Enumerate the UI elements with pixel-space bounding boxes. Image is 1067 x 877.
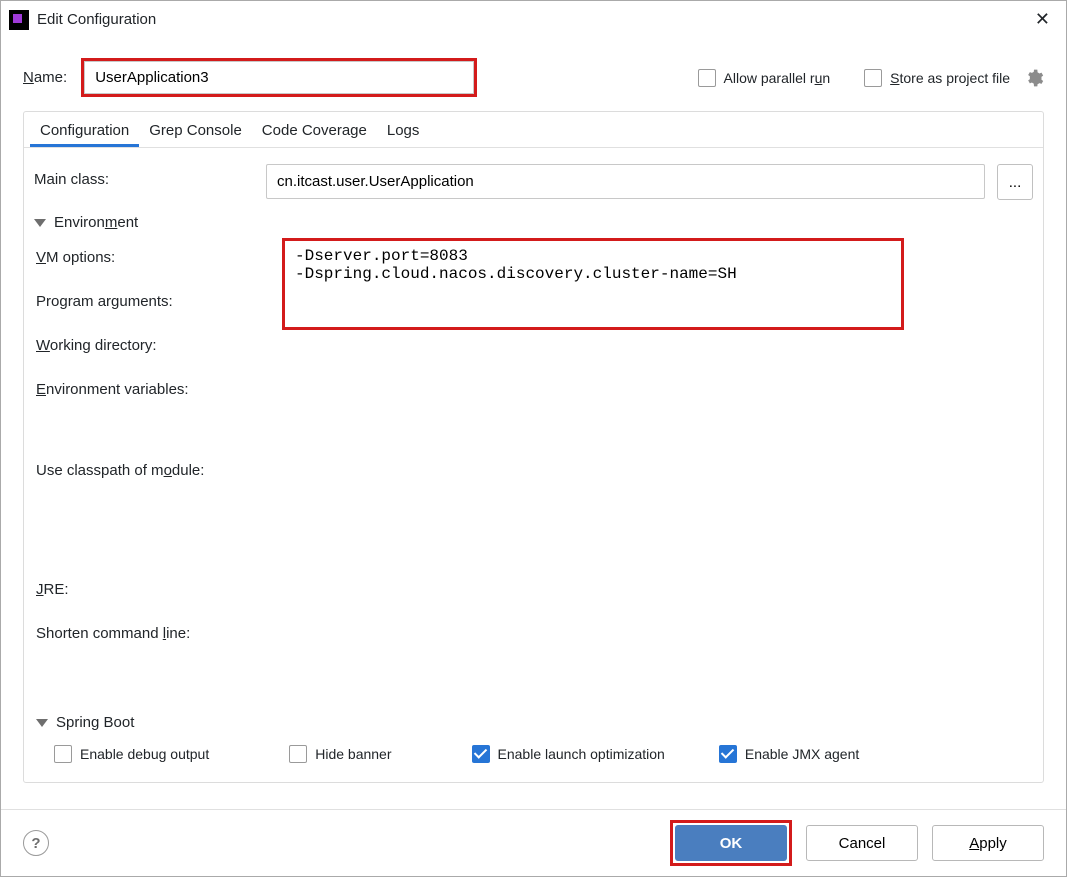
enable-jmx-agent-checkbox[interactable]: Enable JMX agent [719,745,859,763]
store-as-project-file-checkbox[interactable]: Store as project file [864,69,1010,87]
spring-boot-label: Spring Boot [56,714,134,731]
window-title: Edit Configuration [37,11,156,28]
main-class-label: Main class: [34,164,254,188]
ok-button-highlight: OK [670,820,792,866]
close-icon[interactable]: ✕ [1027,5,1058,34]
name-input-highlight [81,58,477,97]
environment-section-header[interactable]: Environment [34,214,1033,231]
environment-variables-label: Environment variables: [36,381,204,398]
store-as-project-label: Store as project file [890,70,1010,86]
enable-debug-label: Enable debug output [80,746,209,762]
titlebar: Edit Configuration ✕ [1,1,1066,38]
name-input[interactable] [84,61,474,94]
vm-options-label: VM options: [36,249,204,266]
apply-button[interactable]: Apply [932,825,1044,861]
vm-options-highlight [282,238,904,330]
enable-launch-optimization-checkbox[interactable]: Enable launch optimization [472,745,665,763]
use-classpath-label: Use classpath of module: [36,462,204,479]
chevron-down-icon [34,219,46,227]
tab-configuration[interactable]: Configuration [30,112,139,147]
env-labels: VM options: Program arguments: Working d… [36,249,204,642]
shorten-command-line-label: Shorten command line: [36,625,204,642]
checkbox-icon [719,745,737,763]
tab-grep-console[interactable]: Grep Console [139,112,252,147]
enable-debug-output-checkbox[interactable]: Enable debug output [54,745,209,763]
vm-options-input[interactable] [285,241,901,327]
enable-launch-label: Enable launch optimization [498,746,665,762]
enable-jmx-label: Enable JMX agent [745,746,859,762]
allow-parallel-run-checkbox[interactable]: Allow parallel run [698,69,831,87]
chevron-down-icon [36,719,48,727]
spring-boot-options-row: Enable debug output Hide banner Enable l… [36,745,1033,763]
checkbox-icon [54,745,72,763]
footer: ? OK Cancel Apply [1,809,1066,876]
allow-parallel-label: Allow parallel run [724,70,831,86]
program-arguments-label: Program arguments: [36,293,204,310]
environment-section-label: Environment [54,214,138,231]
tabs: Configuration Grep Console Code Coverage… [24,112,1043,148]
config-form: Main class: ... Environment VM options: … [24,148,1043,255]
help-icon[interactable]: ? [23,830,49,856]
main-class-row: Main class: ... [34,164,1033,200]
jre-label: JRE: [36,581,204,598]
spring-boot-header[interactable]: Spring Boot [36,714,1033,731]
tab-logs[interactable]: Logs [377,112,430,147]
main-class-input[interactable] [266,164,985,199]
app-icon [9,10,29,30]
gear-icon[interactable] [1024,68,1044,88]
name-row: Name: Allow parallel run Store as projec… [1,38,1066,111]
ok-button[interactable]: OK [675,825,787,861]
hide-banner-label: Hide banner [315,746,391,762]
spring-boot-section: Spring Boot Enable debug output Hide ban… [36,708,1033,763]
tab-code-coverage[interactable]: Code Coverage [252,112,377,147]
config-panel: Configuration Grep Console Code Coverage… [23,111,1044,783]
checkbox-icon [472,745,490,763]
name-label: Name: [23,69,67,86]
checkbox-icon [698,69,716,87]
working-directory-label: Working directory: [36,337,204,354]
browse-main-class-button[interactable]: ... [997,164,1033,200]
hide-banner-checkbox[interactable]: Hide banner [289,745,391,763]
checkbox-icon [864,69,882,87]
checkbox-icon [289,745,307,763]
cancel-button[interactable]: Cancel [806,825,918,861]
